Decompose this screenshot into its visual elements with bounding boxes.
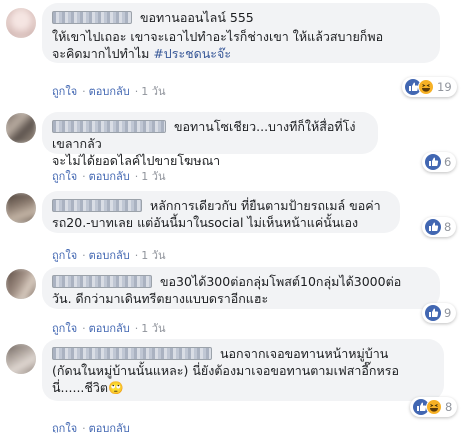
reply-link[interactable]: ตอบกลับ <box>89 322 130 335</box>
reaction-summary[interactable]: 8 <box>422 217 457 237</box>
like-icon <box>425 219 441 235</box>
comment-bubble: ขอทานออนไลน์ 555 ให้เขาไปเถอะ เขาจะเอาไป… <box>42 3 440 63</box>
avatar[interactable] <box>6 269 36 299</box>
comment-actions: ถูกใจ · ตอบกลับ · 1 วัน <box>52 170 166 183</box>
reaction-summary[interactable]: 6 <box>422 152 457 172</box>
reaction-count: 19 <box>437 80 452 94</box>
reaction-count: 8 <box>444 220 452 234</box>
reply-link[interactable]: ตอบกลับ <box>89 249 130 262</box>
comment-2: ขอทานโซเชียว...บางทีก็ให้สื่อที่โง่เขลาก… <box>0 108 472 183</box>
reaction-count: 9 <box>444 306 452 320</box>
timestamp[interactable]: 1 วัน <box>141 322 165 335</box>
timestamp[interactable]: 1 วัน <box>141 170 165 183</box>
comment-text-line-1: หลักการเดียวกับ ที่ยืนตามป้ายรถเมล์ ขอค่… <box>149 198 381 213</box>
like-icon <box>425 154 441 170</box>
haha-icon <box>418 79 434 95</box>
timestamp[interactable]: 1 วัน <box>141 249 165 262</box>
comment-bubble: นอกจากเจอขอทานหน้าหมู่บ้าน (กัดนในหมู่บ้… <box>42 339 444 401</box>
reaction-summary[interactable]: 8 <box>410 397 458 417</box>
avatar[interactable] <box>6 344 36 374</box>
comment-text-line-1: ขอ30ได้300ต่อกลุ่มโพสต์10กลุ่มได้3000ต่อ <box>159 274 402 289</box>
reaction-count: 6 <box>444 155 452 169</box>
like-link[interactable]: ถูกใจ <box>52 322 77 335</box>
comment-text-line-2: ให้เขาไปเถอะ เขาจะเอาไปทำอะไรก็ช่างเขา ใ… <box>52 29 384 44</box>
comment-3: หลักการเดียวกับ ที่ยืนตามป้ายรถเมล์ ขอค่… <box>0 188 472 264</box>
avatar[interactable] <box>6 113 36 143</box>
timestamp[interactable]: 1 วัน <box>141 85 165 98</box>
comment-bubble: หลักการเดียวกับ ที่ยืนตามป้ายรถเมล์ ขอค่… <box>42 191 400 233</box>
reaction-summary[interactable]: 9 <box>422 303 457 323</box>
comment-text-line-3: นี่......ชีวิต <box>52 380 109 395</box>
comment-text-line-1: ขอทานออนไลน์ 555 <box>139 10 254 25</box>
reply-link[interactable]: ตอบกลับ <box>89 422 130 433</box>
comment-actions: ถูกใจ · ตอบกลับ · 1 วัน <box>52 85 166 98</box>
comment-actions: ถูกใจ · ตอบกลับ · 1 วัน <box>52 322 166 335</box>
like-link[interactable]: ถูกใจ <box>52 85 77 98</box>
comment-text-line-2: รถ20.-บาทเลย แต่อันนี้มาในsocial ไม่เห็น… <box>52 215 359 230</box>
comment-1: ขอทานออนไลน์ 555 ให้เขาไปเถอะ เขาจะเอาไป… <box>0 0 472 98</box>
reply-link[interactable]: ตอบกลับ <box>89 170 130 183</box>
comment-4: ขอ30ได้300ต่อกลุ่มโพสต์10กลุ่มได้3000ต่อ… <box>0 264 472 336</box>
comment-bubble: ขอ30ได้300ต่อกลุ่มโพสต์10กลุ่มได้3000ต่อ… <box>42 267 440 309</box>
like-link[interactable]: ถูกใจ <box>52 422 77 433</box>
avatar[interactable] <box>6 8 36 38</box>
commenter-name-redacted[interactable] <box>52 11 132 24</box>
commenter-name-redacted[interactable] <box>52 120 166 133</box>
comment-text-line-2: (กัดนในหมู่บ้านนั้นแหละ) นี่ยังต้องมาเจอ… <box>52 363 399 378</box>
comment-text-line-2: วัน. ดีกว่ามาเดินทรีตยางแบบดราอีกแฮะ <box>52 291 269 306</box>
reaction-summary[interactable]: 19 <box>402 77 457 97</box>
eye-roll-emoji: 🙄 <box>108 380 124 395</box>
commenter-name-redacted[interactable] <box>52 275 152 288</box>
comment-actions: ถูกใจ · ตอบกลับ <box>52 422 130 433</box>
reply-link[interactable]: ตอบกลับ <box>89 85 130 98</box>
like-link[interactable]: ถูกใจ <box>52 249 77 262</box>
comment-text-line-3: จะคิดมากไปทำไม <box>52 46 154 61</box>
reaction-count: 8 <box>445 400 453 414</box>
haha-icon <box>426 399 442 415</box>
hashtag-link[interactable]: #ประชดนะจ๊ะ <box>153 46 231 61</box>
commenter-name-redacted[interactable] <box>52 347 212 360</box>
comment-actions: ถูกใจ · ตอบกลับ · 1 วัน <box>52 249 166 262</box>
like-icon <box>425 305 441 321</box>
comment-text-line-1: นอกจากเจอขอทานหน้าหมู่บ้าน <box>219 346 389 361</box>
comment-5: นอกจากเจอขอทานหน้าหมู่บ้าน (กัดนในหมู่บ้… <box>0 336 472 433</box>
like-link[interactable]: ถูกใจ <box>52 170 77 183</box>
comment-bubble: ขอทานโซเชียว...บางทีก็ให้สื่อที่โง่เขลาก… <box>42 112 378 168</box>
commenter-name-redacted[interactable] <box>52 199 142 212</box>
avatar[interactable] <box>6 193 36 223</box>
